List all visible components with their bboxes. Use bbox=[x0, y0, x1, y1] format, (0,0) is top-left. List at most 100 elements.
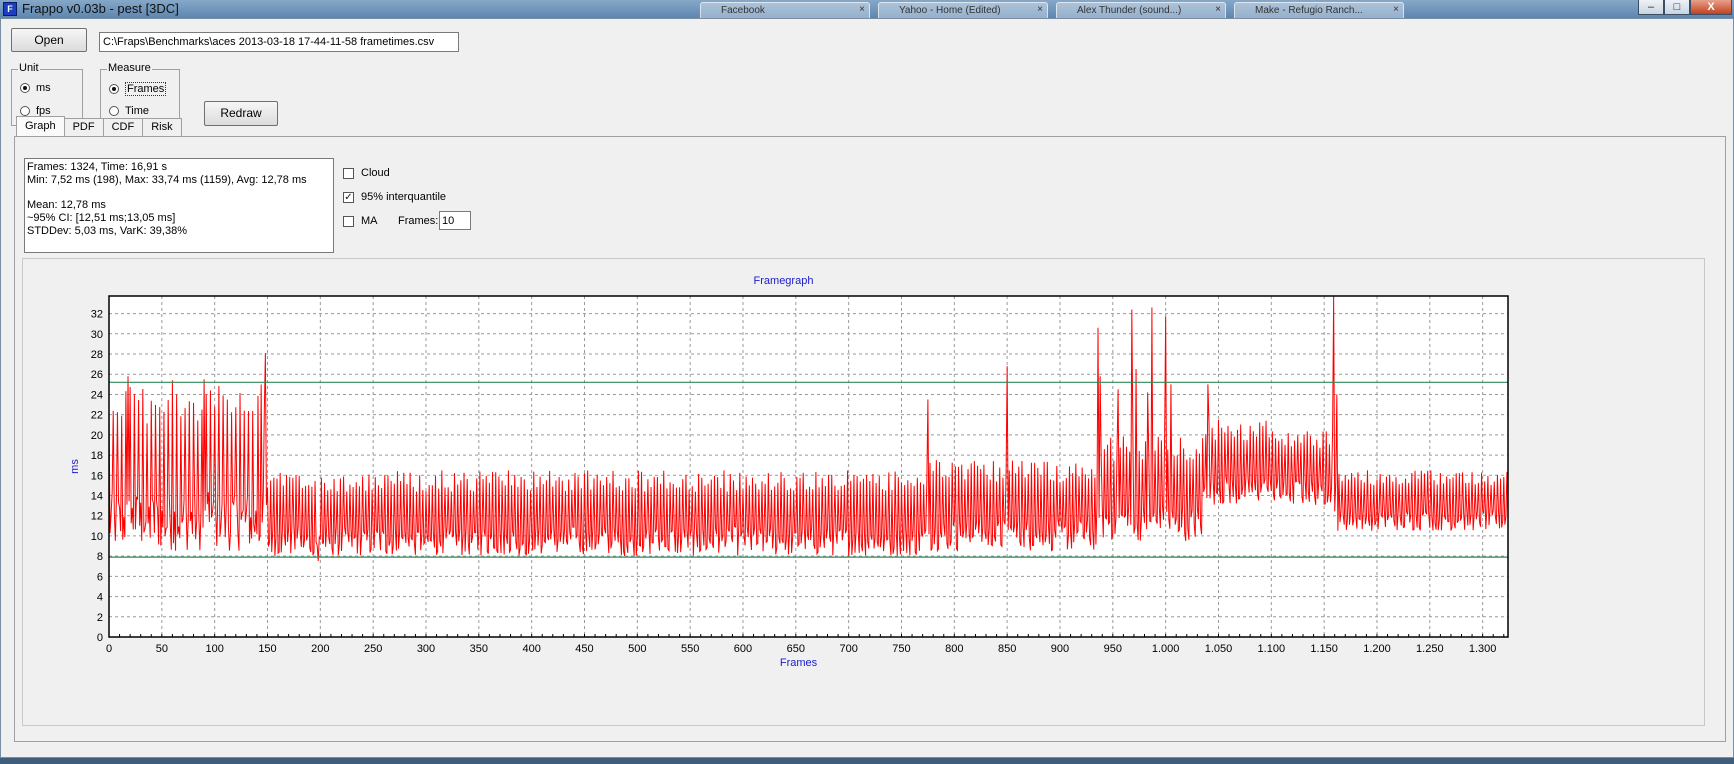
x-tick-label: 850 bbox=[998, 643, 1016, 655]
radio-selected-icon[interactable] bbox=[20, 83, 30, 93]
ma-frames-input[interactable] bbox=[439, 211, 471, 230]
x-tick-label: 950 bbox=[1104, 643, 1122, 655]
stats-frames-time: Frames: 1324, Time: 16,91 s bbox=[27, 161, 168, 173]
x-tick-label: 550 bbox=[681, 643, 699, 655]
checkbox-icon[interactable] bbox=[343, 167, 354, 179]
window-titlebar[interactable]: F Frappo v0.03b - pest [3DC] Facebook × Y… bbox=[0, 0, 1734, 18]
background-tab-label: Make - Refugio Ranch... bbox=[1255, 5, 1363, 16]
minimize-button[interactable]: – bbox=[1638, 0, 1664, 15]
background-tab-label: Yahoo - Home (Edited) bbox=[899, 5, 1001, 16]
radio-icon[interactable] bbox=[109, 106, 119, 116]
checkbox-icon[interactable] bbox=[343, 215, 354, 227]
tab-graph[interactable]: Graph bbox=[16, 116, 65, 136]
x-tick-label: 1.000 bbox=[1152, 643, 1180, 655]
close-icon[interactable]: × bbox=[1393, 4, 1399, 15]
open-button[interactable]: Open bbox=[11, 28, 87, 52]
cloud-label: Cloud bbox=[361, 167, 390, 179]
x-axis-label: Frames bbox=[780, 657, 818, 669]
x-tick-label: 1.250 bbox=[1416, 643, 1444, 655]
background-browser-tab[interactable]: Yahoo - Home (Edited) × bbox=[878, 2, 1048, 18]
x-tick-label: 50 bbox=[156, 643, 168, 655]
measure-frames-label: Frames bbox=[125, 82, 167, 96]
x-tick-label: 0 bbox=[106, 643, 112, 655]
stats-ci: ~95% CI: [12,51 ms;13,05 ms] bbox=[27, 212, 176, 224]
interquantile-option[interactable]: ✓ 95% interquantile bbox=[343, 191, 446, 203]
x-tick-label: 200 bbox=[311, 643, 329, 655]
window-title: Frappo v0.03b - pest [3DC] bbox=[22, 1, 179, 16]
y-tick-label: 26 bbox=[91, 369, 103, 381]
y-axis-label: ms bbox=[69, 459, 81, 474]
y-tick-label: 4 bbox=[97, 592, 103, 604]
x-tick-label: 900 bbox=[1051, 643, 1069, 655]
x-tick-label: 450 bbox=[575, 643, 593, 655]
stats-textbox[interactable]: Frames: 1324, Time: 16,91 s Min: 7,52 ms… bbox=[24, 158, 334, 253]
ma-frames-label: Frames: bbox=[398, 215, 439, 227]
y-tick-label: 30 bbox=[91, 329, 103, 341]
x-tick-label: 600 bbox=[734, 643, 752, 655]
file-path-input[interactable] bbox=[99, 32, 459, 52]
view-tabs: Graph PDF CDF Risk bbox=[16, 116, 182, 136]
x-tick-label: 650 bbox=[787, 643, 805, 655]
y-tick-label: 14 bbox=[91, 491, 103, 503]
stats-stddev: STDDev: 5,03 ms, VarK: 39,38% bbox=[27, 225, 187, 237]
framegraph-chart: 024681012141618202224262830320 50 100 150 20… bbox=[69, 275, 1509, 669]
y-tick-label: 22 bbox=[91, 410, 103, 422]
measure-frames-option[interactable]: Frames bbox=[109, 82, 167, 96]
tab-risk[interactable]: Risk bbox=[142, 118, 182, 136]
taskbar-strip bbox=[0, 758, 1734, 764]
y-tick-label: 16 bbox=[91, 470, 103, 482]
ma-option[interactable]: MA bbox=[343, 215, 378, 227]
y-tick-label: 8 bbox=[97, 551, 103, 563]
y-tick-label: 32 bbox=[91, 309, 103, 321]
x-tick-label: 800 bbox=[945, 643, 963, 655]
y-tick-label: 20 bbox=[91, 430, 103, 442]
measure-group-label: Measure bbox=[107, 62, 152, 74]
radio-icon[interactable] bbox=[20, 106, 30, 116]
x-tick-label: 400 bbox=[522, 643, 540, 655]
background-browser-tab[interactable]: Alex Thunder (sound...) × bbox=[1056, 2, 1226, 18]
close-button[interactable]: X bbox=[1690, 0, 1732, 15]
x-tick-label: 700 bbox=[839, 643, 857, 655]
redraw-button[interactable]: Redraw bbox=[204, 101, 278, 126]
x-tick-label: 1.100 bbox=[1258, 643, 1286, 655]
y-tick-label: 24 bbox=[91, 389, 103, 401]
background-browser-tab[interactable]: Make - Refugio Ranch... × bbox=[1234, 2, 1404, 18]
unit-ms-option[interactable]: ms bbox=[20, 82, 51, 94]
x-tick-label: 300 bbox=[417, 643, 435, 655]
y-tick-label: 2 bbox=[97, 612, 103, 624]
framegraph-chart-area: 0 2 4 6 8 10 12 14 16 18 20 22 24 26 28 30 32 0 50 100 150 20… bbox=[22, 258, 1705, 726]
cloud-option[interactable]: Cloud bbox=[343, 167, 390, 179]
background-tab-label: Facebook bbox=[721, 5, 765, 16]
x-tick-label: 750 bbox=[892, 643, 910, 655]
unit-ms-label: ms bbox=[36, 82, 51, 94]
tab-cdf[interactable]: CDF bbox=[102, 118, 144, 136]
x-tick-label: 1.050 bbox=[1205, 643, 1233, 655]
close-icon[interactable]: × bbox=[1037, 4, 1043, 15]
y-tick-label: 10 bbox=[91, 531, 103, 543]
x-tick-label: 500 bbox=[628, 643, 646, 655]
radio-selected-icon[interactable] bbox=[109, 84, 119, 94]
x-tick-label: 350 bbox=[470, 643, 488, 655]
y-tick-label: 18 bbox=[91, 450, 103, 462]
x-tick-label: 150 bbox=[258, 643, 276, 655]
maximize-button[interactable]: □ bbox=[1664, 0, 1690, 15]
ma-label: MA bbox=[361, 215, 378, 227]
tab-pdf[interactable]: PDF bbox=[63, 118, 104, 136]
y-tick-label: 28 bbox=[91, 349, 103, 361]
checkbox-checked-icon[interactable]: ✓ bbox=[343, 191, 354, 203]
x-tick-label: 100 bbox=[205, 643, 223, 655]
close-icon[interactable]: × bbox=[1215, 4, 1221, 15]
stats-spacer bbox=[27, 187, 331, 199]
stats-min-max-avg: Min: 7,52 ms (198), Max: 33,74 ms (1159)… bbox=[27, 174, 307, 186]
background-browser-tab[interactable]: Facebook × bbox=[700, 2, 870, 18]
x-tick-label: 1.300 bbox=[1469, 643, 1497, 655]
stats-mean: Mean: 12,78 ms bbox=[27, 199, 106, 211]
close-icon[interactable]: × bbox=[859, 4, 865, 15]
x-tick-label: 1.150 bbox=[1310, 643, 1338, 655]
x-tick-label: 250 bbox=[364, 643, 382, 655]
y-tick-label: 6 bbox=[97, 571, 103, 583]
interquantile-label: 95% interquantile bbox=[361, 191, 447, 203]
y-tick-label: 0 bbox=[97, 632, 103, 644]
chart-title: Framegraph bbox=[754, 275, 814, 287]
background-tab-label: Alex Thunder (sound...) bbox=[1077, 5, 1182, 16]
